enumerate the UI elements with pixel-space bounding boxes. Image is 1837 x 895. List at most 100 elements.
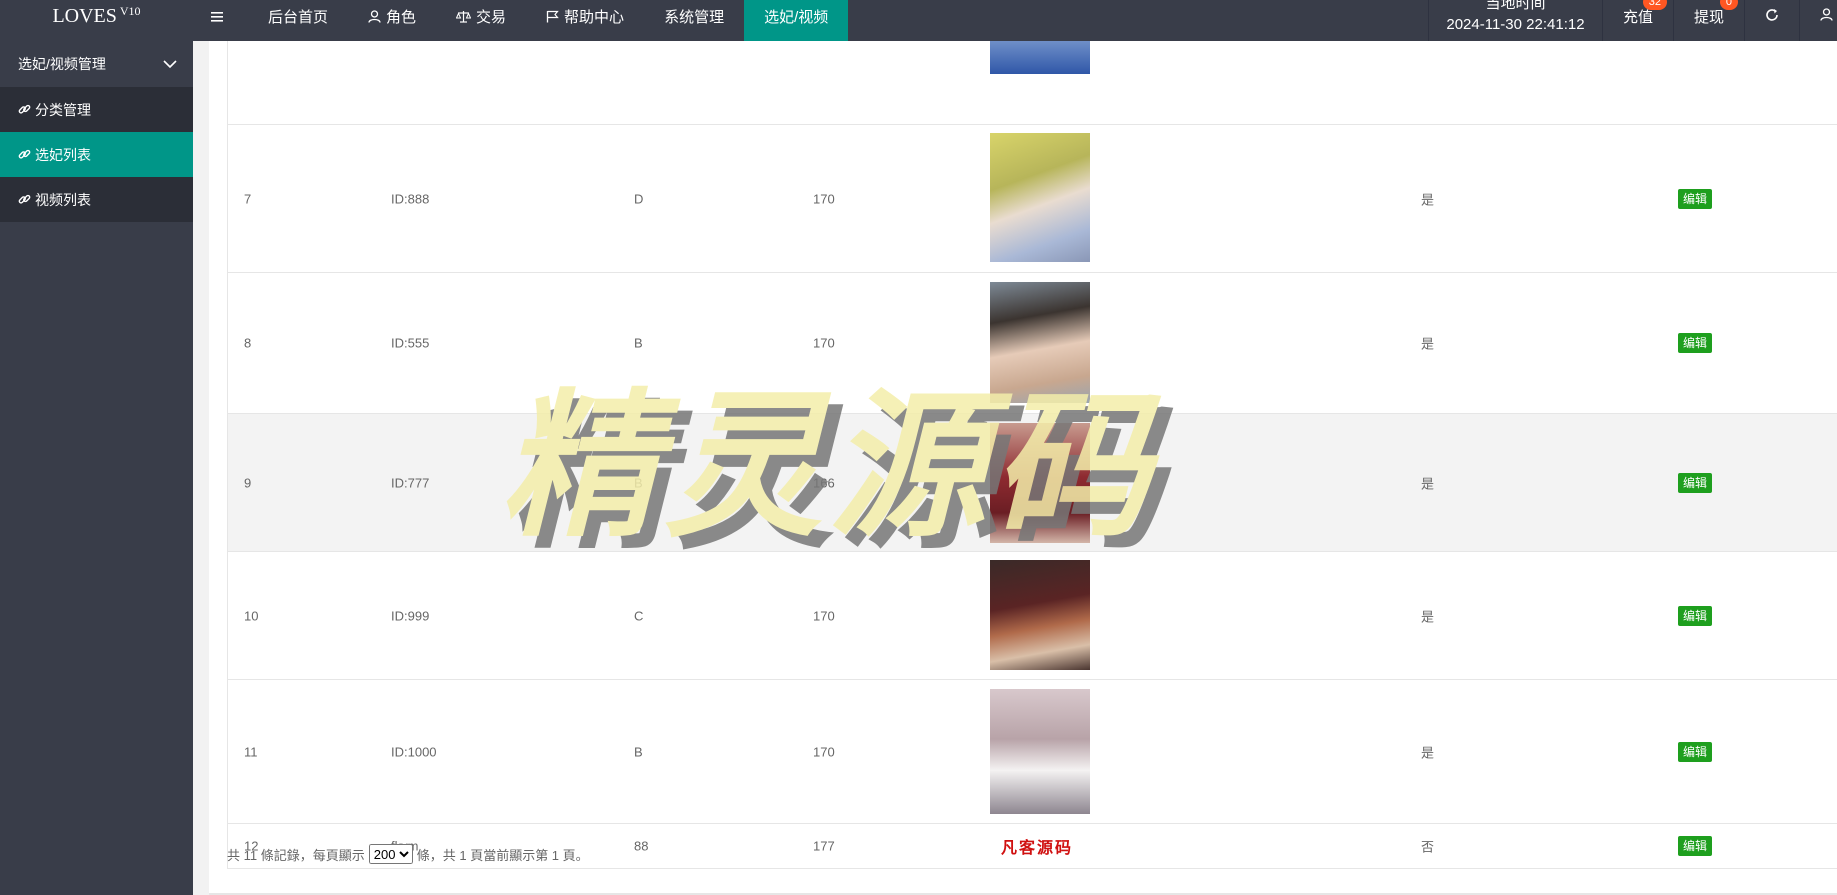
row-number: 9 [244, 475, 252, 490]
top-nav: 后台首页 角色 交易 帮助中心 系统管理 选妃/视频 [193, 0, 849, 41]
link-icon [18, 193, 31, 206]
link-icon [18, 148, 31, 161]
row-number: 8 [244, 335, 252, 351]
row-id: ID:555 [391, 335, 430, 351]
nav-home[interactable]: 后台首页 [248, 0, 348, 41]
app-logo[interactable]: LOVES V10 [0, 0, 193, 41]
table-row [227, 41, 1837, 125]
logo-text: LOVES [52, 5, 117, 27]
user-icon [368, 10, 381, 23]
edit-button[interactable]: 编辑 [1678, 741, 1713, 762]
pagination-prefix: 共 11 條記錄，每頁顯示 [227, 847, 365, 863]
edit-button[interactable]: 编辑 [1678, 836, 1713, 856]
nav-help[interactable]: 帮助中心 [526, 0, 644, 41]
nav-system[interactable]: 系统管理 [644, 0, 744, 41]
row-height: 170 [813, 335, 835, 351]
table-row: 9 ID:777 B 166 是 编辑 [227, 414, 1837, 552]
row-height: 170 [813, 608, 835, 623]
table-row: 10 ID:999 C 170 是 编辑 [227, 552, 1837, 680]
edit-button[interactable]: 编辑 [1678, 333, 1713, 353]
row-flag: 否 [1421, 839, 1435, 855]
row-height: 166 [813, 475, 835, 490]
row-grade: B [634, 335, 643, 351]
row-number: 11 [244, 744, 258, 759]
withdraw-badge: 0 [1719, 0, 1738, 10]
sidebar-item-category[interactable]: 分类管理 [0, 87, 193, 132]
content-gutter [193, 41, 209, 895]
withdraw-button[interactable]: 提现 0 [1672, 0, 1744, 41]
sidebar-group-label: 选妃/视频管理 [18, 56, 106, 72]
row-flag: 是 [1421, 745, 1435, 760]
row-height: 177 [813, 838, 835, 854]
page-size-select[interactable]: 200 [368, 844, 413, 864]
row-photo [990, 41, 1090, 74]
row-photo [990, 282, 1090, 403]
nav-system-label: 系统管理 [664, 9, 725, 26]
pagination-summary: 共 11 條記錄，每頁顯示 200 條，共 1 頁當前顯示第 1 頁。 [227, 844, 589, 864]
account-icon [1820, 8, 1833, 25]
nav-help-label: 帮助中心 [564, 9, 625, 26]
row-grade: C [634, 608, 644, 623]
logo-version: V10 [119, 4, 141, 18]
main-content: 7 ID:888 D 170 是 编辑 8 ID:555 B 170 是 编辑 … [193, 41, 1837, 895]
menu-toggle-button[interactable] [193, 0, 248, 41]
row-photo-logo: 凡客源码 [1001, 840, 1074, 857]
sidebar-item-video-list[interactable]: 视频列表 [0, 177, 193, 222]
nav-trade-label: 交易 [476, 9, 507, 26]
row-number: 7 [244, 191, 252, 206]
row-id: ID:1000 [391, 744, 437, 759]
sidebar: 选妃/视频管理 分类管理 选妃列表 视频列表 [0, 41, 193, 895]
link-icon [18, 103, 31, 116]
table-row: 7 ID:888 D 170 是 编辑 [227, 125, 1837, 273]
row-photo [990, 133, 1090, 262]
edit-button[interactable]: 编辑 [1678, 605, 1713, 626]
top-header: LOVES V10 后台首页 角色 交易 帮助中心 系统管理 选妃/视频 当地时间… [0, 0, 1837, 41]
recharge-button[interactable]: 充值 32 [1601, 0, 1673, 41]
row-flag: 是 [1421, 336, 1435, 352]
row-grade: B [634, 475, 643, 490]
row-id: ID:777 [391, 475, 430, 490]
sidebar-item-select-list[interactable]: 选妃列表 [0, 132, 193, 177]
edit-button[interactable]: 编辑 [1678, 472, 1713, 493]
table-row: 8 ID:555 B 170 是 编辑 [227, 273, 1837, 414]
row-height: 170 [813, 191, 835, 206]
flag-icon [546, 10, 559, 23]
table-row: 11 ID:1000 B 170 是 编辑 [227, 680, 1837, 824]
row-id: ID:999 [391, 608, 430, 623]
row-height: 170 [813, 744, 835, 759]
refresh-icon [1765, 8, 1779, 26]
row-grade: 88 [634, 838, 649, 854]
nav-role-label: 角色 [386, 9, 417, 26]
nav-trade[interactable]: 交易 [436, 0, 526, 41]
nav-select-video[interactable]: 选妃/视频 [744, 0, 849, 41]
sidebar-item-label: 分类管理 [35, 101, 91, 118]
chevron-down-icon [163, 56, 177, 72]
scale-icon [456, 10, 472, 23]
nav-select-video-label: 选妃/视频 [764, 9, 829, 26]
row-flag: 是 [1421, 192, 1435, 207]
row-id: ID:888 [391, 191, 430, 206]
nav-home-label: 后台首页 [268, 9, 329, 26]
user-menu-button[interactable] [1799, 0, 1837, 41]
withdraw-label: 提现 [1693, 9, 1724, 26]
sidebar-item-label: 视频列表 [35, 191, 91, 208]
row-number: 10 [244, 608, 259, 623]
local-time: 当地时间 2024-11-30 22:41:12 [1427, 0, 1602, 41]
row-grade: B [634, 744, 643, 759]
sidebar-group-header[interactable]: 选妃/视频管理 [0, 41, 193, 87]
hamburger-icon [211, 11, 225, 23]
time-value: 2024-11-30 22:41:12 [1446, 16, 1585, 33]
recharge-badge: 32 [1642, 0, 1667, 10]
pagination-suffix: 條，共 1 頁當前顯示第 1 頁。 [416, 847, 589, 863]
row-photo [990, 560, 1090, 670]
sidebar-item-label: 选妃列表 [35, 146, 91, 163]
time-label: 当地时间 [1485, 0, 1546, 12]
right-nav: 当地时间 2024-11-30 22:41:12 充值 32 提现 0 [1427, 0, 1837, 41]
row-grade: D [634, 191, 644, 206]
refresh-button[interactable] [1744, 0, 1799, 41]
row-flag: 是 [1421, 476, 1435, 491]
nav-role[interactable]: 角色 [348, 0, 436, 41]
edit-button[interactable]: 编辑 [1678, 188, 1713, 209]
row-flag: 是 [1421, 609, 1435, 624]
data-table: 7 ID:888 D 170 是 编辑 8 ID:555 B 170 是 编辑 … [227, 41, 1837, 869]
